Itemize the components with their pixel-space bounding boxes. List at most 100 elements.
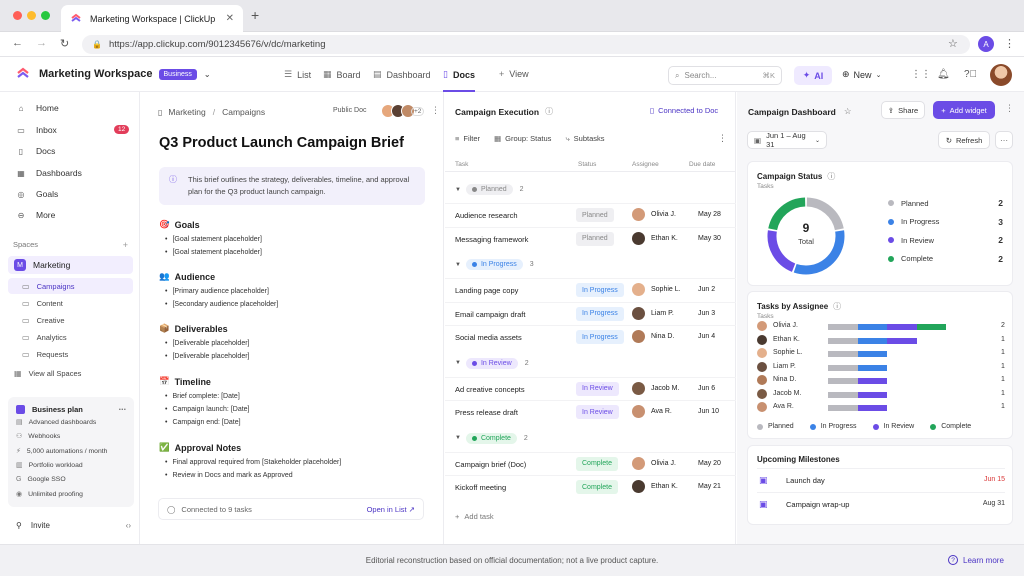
doc-title[interactable]: Q3 Product Launch Campaign Brief bbox=[159, 135, 404, 151]
task-name[interactable]: Landing page copy bbox=[455, 286, 518, 295]
milestone-item[interactable]: ▣ Campaign wrap-up Aug 31 bbox=[757, 492, 1005, 515]
table-row[interactable]: Social media assets In Progress Nina D. Jun… bbox=[445, 325, 736, 348]
info-icon[interactable]: ⓘ bbox=[833, 301, 841, 312]
column-header[interactable]: Due date bbox=[689, 161, 715, 168]
table-row[interactable]: Kickoff meeting Complete Ethan K. May 21 bbox=[445, 475, 736, 498]
table-row[interactable]: Press release draft In Review Ava R. Jun 10 bbox=[445, 400, 736, 423]
assignee[interactable]: Olivia J. bbox=[632, 456, 676, 470]
due-date[interactable]: May 20 bbox=[698, 460, 721, 467]
add-task-button[interactable]: + Add task bbox=[455, 512, 494, 521]
task-name[interactable]: Email campaign draft bbox=[455, 310, 525, 319]
doc-menu-icon[interactable]: ⋮ bbox=[431, 105, 440, 116]
assignee-row[interactable]: Liam P. 1 bbox=[757, 361, 1007, 375]
assignee[interactable]: Ethan K. bbox=[632, 480, 678, 493]
search-input[interactable]: ⌕ Search... ⌘K bbox=[668, 66, 782, 85]
table-row[interactable]: Ad creative concepts In Review Jacob M. Jun… bbox=[445, 376, 736, 400]
invite-button[interactable]: ⚲ Invite ‹› bbox=[16, 521, 131, 530]
dashboard-more-icon[interactable]: ⋯ bbox=[995, 131, 1013, 149]
help-icon[interactable]: ?⃝ bbox=[964, 69, 977, 80]
status-badge[interactable]: In Progress bbox=[576, 330, 624, 344]
due-date[interactable]: Jun 2 bbox=[698, 286, 715, 293]
browser-menu-icon[interactable]: ⋮ bbox=[1004, 37, 1015, 50]
assignee-row[interactable]: Sophie L. 1 bbox=[757, 348, 1007, 361]
due-date[interactable]: May 21 bbox=[698, 483, 721, 490]
folder-analytics[interactable]: ▭ Analytics bbox=[8, 329, 133, 345]
table-row[interactable]: Campaign brief (Doc) Complete Olivia J. May… bbox=[445, 451, 736, 475]
refresh-button[interactable]: ↻ Refresh bbox=[938, 131, 990, 149]
forward-icon[interactable]: → bbox=[36, 37, 47, 49]
folder-requests[interactable]: ▭ Requests bbox=[8, 346, 133, 362]
notifications-bell-icon[interactable]: 🔔︎ bbox=[937, 69, 950, 80]
table-row[interactable]: Landing page copy In Progress Sophie L. Jun… bbox=[445, 278, 736, 301]
collapse-sidebar-icon[interactable]: ‹› bbox=[126, 521, 131, 530]
add-widget-button[interactable]: + Add widget bbox=[933, 101, 995, 119]
workspace-switcher[interactable]: Marketing Workspace Business ⌄ bbox=[16, 67, 211, 81]
folder-content[interactable]: ▭ Content bbox=[8, 295, 133, 311]
group-header[interactable]: ▼ In Review 2 bbox=[455, 357, 529, 369]
view-tab-board[interactable]: ▦ Board bbox=[323, 69, 361, 80]
assignee[interactable]: Olivia J. bbox=[632, 208, 676, 221]
favorite-star-icon[interactable]: ☆ bbox=[844, 106, 852, 117]
column-header[interactable]: Assignee bbox=[632, 161, 659, 168]
close-window-button[interactable] bbox=[13, 11, 22, 20]
group-header[interactable]: ▼ Complete 2 bbox=[455, 432, 528, 444]
task-name[interactable]: Social media assets bbox=[455, 333, 522, 342]
due-date[interactable]: May 28 bbox=[698, 211, 721, 218]
new-button[interactable]: ⊕ New ⌄ bbox=[842, 69, 881, 80]
filter-button[interactable]: ≡ Filter bbox=[455, 134, 480, 143]
info-icon[interactable]: ⓘ bbox=[827, 171, 835, 182]
assignee-row[interactable]: Ethan K. 1 bbox=[757, 334, 1007, 348]
maximize-window-button[interactable] bbox=[41, 11, 50, 20]
due-date[interactable]: Jun 10 bbox=[698, 408, 719, 415]
assignee[interactable]: Liam P. bbox=[632, 306, 674, 320]
assignee[interactable]: Ethan K. bbox=[632, 231, 678, 245]
assignee[interactable]: Nina D. bbox=[632, 330, 674, 343]
sidebar-item-docs[interactable]: ▯ Docs bbox=[16, 146, 56, 156]
view-tab-dashboard[interactable]: ▤ Dashboard bbox=[373, 69, 431, 80]
doc-visibility[interactable]: Public Doc bbox=[333, 107, 366, 114]
status-badge[interactable]: Complete bbox=[576, 456, 618, 471]
view-tab-list[interactable]: ☰ List bbox=[284, 69, 311, 80]
status-badge[interactable]: Complete bbox=[576, 480, 618, 494]
status-badge[interactable]: Planned bbox=[576, 231, 614, 246]
status-badge[interactable]: In Progress bbox=[576, 306, 624, 321]
status-badge[interactable]: In Review bbox=[576, 405, 619, 419]
url-field[interactable]: 🔒 https://app.clickup.com/9012345676/v/d… bbox=[82, 35, 970, 54]
status-badge[interactable]: In Review bbox=[576, 381, 619, 396]
breadcrumb-item[interactable]: Campaigns bbox=[222, 107, 265, 117]
learn-more-link[interactable]: ? Learn more bbox=[948, 555, 1004, 565]
reload-icon[interactable]: ↻ bbox=[60, 37, 69, 50]
assignee[interactable]: Sophie L. bbox=[632, 283, 681, 296]
group-by-button[interactable]: ▦ Group: Status bbox=[494, 134, 551, 143]
due-date[interactable]: Jun 4 bbox=[698, 333, 715, 340]
browser-tab[interactable]: Marketing Workspace | ClickUp ✕ bbox=[61, 5, 243, 32]
connected-to-doc-link[interactable]: ▯ Connected to Doc bbox=[650, 106, 718, 115]
plan-menu-icon[interactable]: ⋯ bbox=[119, 405, 127, 414]
folder-creative[interactable]: ▭ Creative bbox=[8, 312, 133, 328]
task-name[interactable]: Kickoff meeting bbox=[455, 483, 506, 492]
status-badge[interactable]: Planned bbox=[576, 208, 614, 222]
apps-grid-icon[interactable]: ⋮⋮ bbox=[911, 69, 931, 80]
user-avatar[interactable] bbox=[990, 64, 1012, 86]
assignee[interactable]: Jacob M. bbox=[632, 381, 679, 395]
column-header[interactable]: Status bbox=[578, 161, 596, 168]
dashboard-menu-icon[interactable]: ⋮ bbox=[1005, 103, 1014, 114]
sidebar-item-goals[interactable]: ◎ Goals bbox=[16, 189, 59, 199]
close-tab-icon[interactable]: ✕ bbox=[226, 13, 234, 24]
task-name[interactable]: Messaging framework bbox=[455, 235, 528, 244]
assignee[interactable]: Ava R. bbox=[632, 405, 672, 418]
share-button[interactable]: ⇪ Share bbox=[881, 101, 925, 119]
group-header[interactable]: ▼ In Progress 3 bbox=[455, 259, 534, 270]
info-icon[interactable]: ⓘ bbox=[545, 106, 553, 117]
folder-campaigns[interactable]: ▭ Campaigns bbox=[8, 278, 133, 294]
add-space-icon[interactable]: + bbox=[123, 240, 128, 250]
task-name[interactable]: Audience research bbox=[455, 211, 518, 220]
due-date[interactable]: Jun 6 bbox=[698, 385, 715, 392]
task-name[interactable]: Ad creative concepts bbox=[455, 385, 525, 394]
open-in-list-link[interactable]: Open in List ↗ bbox=[367, 505, 415, 514]
table-row[interactable]: Audience research Planned Olivia J. May 28 bbox=[445, 203, 736, 226]
sidebar-item-home[interactable]: ⌂ Home bbox=[16, 103, 59, 113]
browser-profile-avatar[interactable]: A bbox=[978, 36, 994, 52]
date-range-picker[interactable]: ▣ Jun 1 – Aug 31 ⌄ bbox=[747, 131, 827, 149]
bookmark-star-icon[interactable]: ☆ bbox=[948, 37, 958, 50]
